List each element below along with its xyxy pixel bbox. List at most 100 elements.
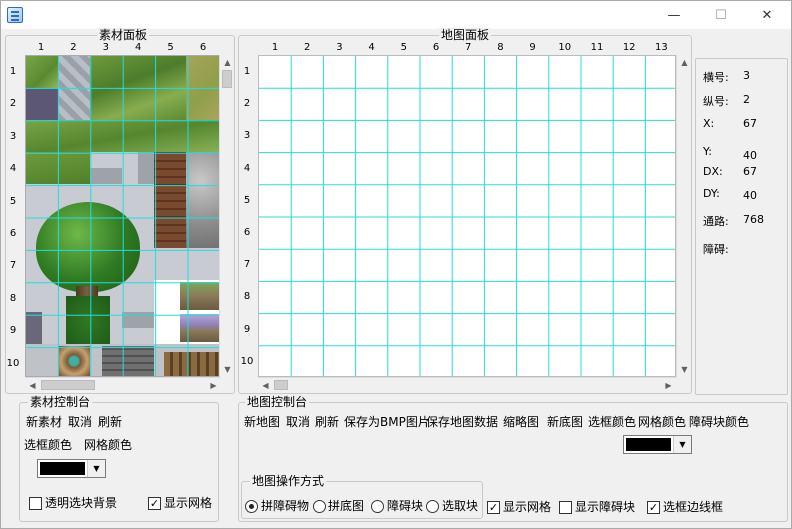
map-panel-title: 地图面板 <box>439 28 492 42</box>
material-vertical-scrollbar[interactable]: ▲ ▼ <box>219 55 233 377</box>
color-swatch <box>626 438 671 451</box>
new-material-button[interactable]: 新素材 <box>26 415 62 429</box>
col-label: 13 <box>655 42 668 53</box>
scroll-thumb[interactable] <box>222 70 232 88</box>
chevron-down-icon[interactable]: ▼ <box>673 436 691 453</box>
scroll-left-icon[interactable]: ◀ <box>258 378 273 393</box>
map-sel-color-button[interactable]: 选框颜色 <box>588 415 636 429</box>
row-label: 4 <box>243 162 251 174</box>
row-label: 1 <box>9 66 17 77</box>
material-refresh-button[interactable]: 刷新 <box>98 415 122 429</box>
map-col-labels: 1 2 3 4 5 6 7 8 9 10 11 12 13 <box>259 42 679 54</box>
chevron-down-icon[interactable]: ▼ <box>87 460 105 477</box>
scroll-left-icon[interactable]: ◀ <box>25 378 40 393</box>
mode-radio-select-block[interactable] <box>426 500 439 513</box>
save-bmp-button[interactable]: 保存为BMP图片 <box>344 415 430 429</box>
mode-radio-obstacle-object[interactable] <box>245 500 258 513</box>
row-label: 5 <box>9 195 17 207</box>
obstacle-color-button[interactable]: 障碍块颜色 <box>689 415 749 429</box>
map-canvas[interactable] <box>258 55 676 377</box>
material-show-grid-checkbox[interactable]: ✓ <box>148 497 161 510</box>
material-color-select[interactable]: ▼ <box>37 459 106 478</box>
map-color-select[interactable]: ▼ <box>623 435 692 454</box>
material-row-labels: 1 2 3 4 5 6 7 8 9 10 <box>5 56 23 376</box>
scroll-down-icon[interactable]: ▼ <box>220 362 235 377</box>
material-panel-title: 素材面板 <box>97 28 150 42</box>
mode-label-obstacle-block: 障碍块 <box>387 499 424 513</box>
scroll-right-icon[interactable]: ▶ <box>206 378 221 393</box>
col-label: 2 <box>304 42 311 53</box>
main-window: — ☐ ✕ 素材面板 123456 1 2 3 4 5 6 7 8 9 10 ▲… <box>0 0 792 529</box>
thumbnail-button[interactable]: 缩略图 <box>503 415 539 429</box>
row-label: 1 <box>243 66 251 77</box>
map-grid-overlay <box>259 56 675 376</box>
map-console-title: 地图控制台 <box>245 395 310 409</box>
col-label: 10 <box>558 42 572 53</box>
row-label: 9 <box>243 323 251 335</box>
map-show-grid-label: 显示网格 <box>503 500 552 514</box>
col-label: 3 <box>336 42 343 53</box>
minimize-button[interactable]: — <box>651 1 697 29</box>
scroll-thumb[interactable] <box>41 380 95 390</box>
hnum-label: 横号: <box>703 71 729 84</box>
row-label: 3 <box>243 130 251 142</box>
col-label: 1 <box>37 42 45 53</box>
col-label: 6 <box>432 42 440 53</box>
scroll-thumb[interactable] <box>274 380 288 390</box>
map-cancel-button[interactable]: 取消 <box>286 415 310 429</box>
vnum-label: 纵号: <box>703 95 729 108</box>
dy-value: 40 <box>743 189 757 202</box>
row-label: 4 <box>9 163 17 175</box>
col-label: 8 <box>497 42 504 53</box>
map-vertical-scrollbar[interactable]: ▲ ▼ <box>676 55 690 377</box>
col-label: 5 <box>400 42 407 53</box>
material-cancel-button[interactable]: 取消 <box>68 415 92 429</box>
hnum-value: 3 <box>743 69 750 82</box>
scroll-right-icon[interactable]: ▶ <box>661 378 676 393</box>
transparent-bg-checkbox[interactable] <box>29 497 42 510</box>
material-show-grid-label: 显示网格 <box>164 496 213 510</box>
row-label: 2 <box>9 98 17 110</box>
map-show-grid-checkbox[interactable]: ✓ <box>487 501 500 514</box>
col-label: 4 <box>368 42 375 53</box>
material-horizontal-scrollbar[interactable]: ◀ ▶ <box>25 377 221 391</box>
map-horizontal-scrollbar[interactable]: ◀ ▶ <box>258 377 676 391</box>
map-refresh-button[interactable]: 刷新 <box>315 415 339 429</box>
row-label: 3 <box>9 130 17 142</box>
col-label: 11 <box>590 42 604 53</box>
road-value: 768 <box>743 213 764 226</box>
map-grid-color-button[interactable]: 网格颜色 <box>638 415 686 429</box>
material-canvas[interactable] <box>25 55 233 377</box>
scroll-up-icon[interactable]: ▲ <box>677 55 692 70</box>
mode-radio-obstacle-block[interactable] <box>371 500 384 513</box>
material-grid-color-button[interactable]: 网格颜色 <box>84 438 132 452</box>
col-label: 7 <box>465 42 472 53</box>
col-label: 9 <box>529 42 536 53</box>
sel-border-checkbox[interactable]: ✓ <box>647 501 660 514</box>
y-value: 40 <box>743 149 757 162</box>
new-map-button[interactable]: 新地图 <box>244 415 280 429</box>
close-button[interactable]: ✕ <box>744 1 790 29</box>
map-row-labels: 1 2 3 4 5 6 7 8 9 10 <box>239 56 257 376</box>
title-bar: — ☐ ✕ <box>1 1 791 29</box>
app-icon <box>7 7 23 23</box>
x-label: X: <box>703 117 715 130</box>
x-value: 67 <box>743 117 757 130</box>
material-console-title: 素材控制台 <box>28 395 93 409</box>
road-label: 通路: <box>703 215 729 228</box>
obstacle-label: 障碍: <box>703 243 729 256</box>
scroll-up-icon[interactable]: ▲ <box>220 55 235 70</box>
show-obstacle-checkbox[interactable] <box>559 501 572 514</box>
row-label: 7 <box>9 260 17 272</box>
material-sel-color-button[interactable]: 选框颜色 <box>24 438 72 452</box>
row-label: 8 <box>243 291 251 303</box>
scroll-down-icon[interactable]: ▼ <box>677 362 692 377</box>
mode-radio-base-map[interactable] <box>313 500 326 513</box>
maximize-button[interactable]: ☐ <box>698 1 744 29</box>
material-grid-overlay <box>26 56 232 376</box>
save-map-data-button[interactable]: 保存地图数据 <box>426 415 498 429</box>
row-label: 6 <box>9 228 17 239</box>
col-label: 4 <box>135 42 142 53</box>
new-base-map-button[interactable]: 新底图 <box>547 415 583 429</box>
col-label: 2 <box>70 42 77 53</box>
